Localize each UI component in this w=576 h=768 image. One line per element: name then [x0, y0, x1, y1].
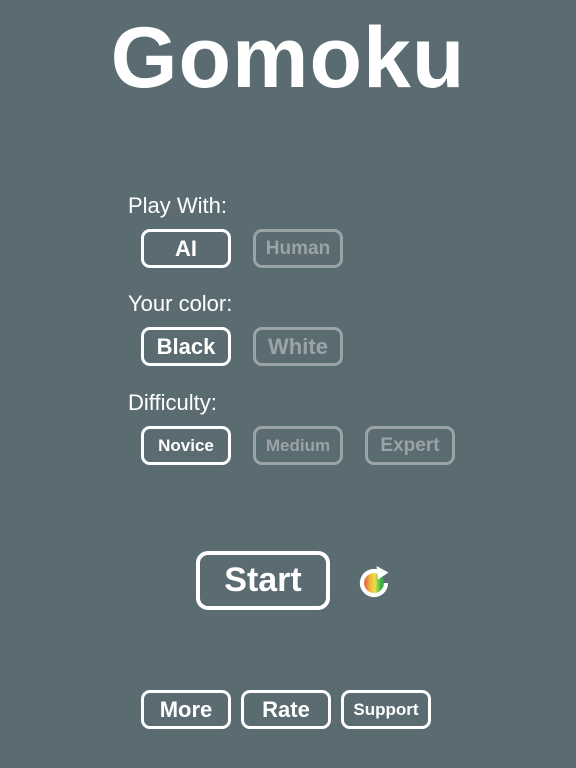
difficulty-label: Difficulty:	[128, 390, 217, 415]
your-color-label: Your color:	[128, 291, 233, 316]
main-menu-screen: Gomoku Play With: AI Human Your color: B…	[0, 0, 576, 768]
refresh-color-icon[interactable]	[356, 563, 394, 601]
difficulty-medium-button[interactable]: Medium	[253, 426, 343, 465]
support-button[interactable]: Support	[341, 690, 431, 729]
more-button[interactable]: More	[141, 690, 231, 729]
play-with-human-button[interactable]: Human	[253, 229, 343, 268]
app-title: Gomoku	[110, 10, 466, 106]
rate-button[interactable]: Rate	[241, 690, 331, 729]
color-black-button[interactable]: Black	[141, 327, 231, 366]
color-white-button[interactable]: White	[253, 327, 343, 366]
difficulty-novice-button[interactable]: Novice	[141, 426, 231, 465]
difficulty-expert-button[interactable]: Expert	[365, 426, 455, 465]
start-button[interactable]: Start	[196, 551, 330, 610]
play-with-label: Play With:	[128, 193, 228, 218]
play-with-ai-button[interactable]: AI	[141, 229, 231, 268]
